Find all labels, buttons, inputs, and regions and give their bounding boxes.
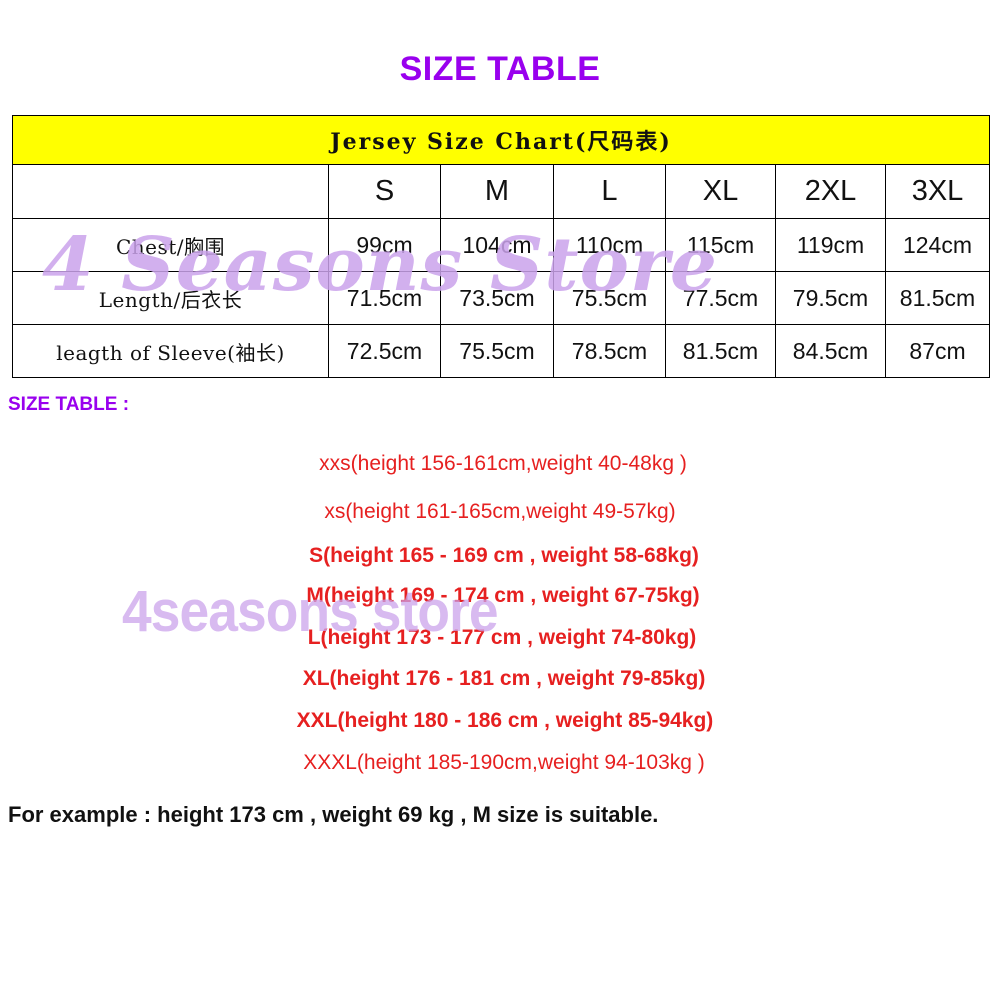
cell-chest-m: 104cm bbox=[440, 218, 554, 272]
cell-length-3xl: 81.5cm bbox=[885, 271, 990, 325]
row-label-length: Length/后衣长 bbox=[12, 271, 329, 325]
chart-banner-row: Jersey Size Chart(尺码表) bbox=[12, 115, 990, 165]
table-row: Length/后衣长 71.5cm 73.5cm 75.5cm 77.5cm 7… bbox=[12, 271, 990, 325]
cell-sleeve-s: 72.5cm bbox=[328, 324, 441, 378]
cell-sleeve-3xl: 87cm bbox=[885, 324, 990, 378]
header-cell-m: M bbox=[440, 164, 554, 219]
cell-chest-3xl: 124cm bbox=[885, 218, 990, 272]
list-item: XXL(height 180 - 186 cm , weight 85-94kg… bbox=[0, 704, 1000, 746]
chart-banner-title: Jersey Size Chart(尺码表) bbox=[12, 115, 990, 165]
header-cell-xl: XL bbox=[665, 164, 776, 219]
list-item: M(height 169 - 174 cm , weight 67-75kg) bbox=[0, 579, 1000, 621]
size-line-xl: XL(height 176 - 181 cm , weight 79-85kg) bbox=[302, 667, 706, 690]
header-cell-3xl: 3XL bbox=[885, 164, 990, 219]
table-row: leagth of Sleeve(袖长) 72.5cm 75.5cm 78.5c… bbox=[12, 324, 990, 378]
size-line-xxs: xxs(height 156-161cm,weight 40-48kg ) bbox=[319, 452, 687, 475]
size-line-xxxl: XXXL(height 185-190cm,weight 94-103kg ) bbox=[303, 751, 705, 774]
size-line-s: S(height 165 - 169 cm , weight 58-68kg) bbox=[309, 544, 699, 567]
header-cell-l: L bbox=[553, 164, 666, 219]
cell-length-s: 71.5cm bbox=[328, 271, 441, 325]
cell-length-2xl: 79.5cm bbox=[775, 271, 886, 325]
list-item: S(height 165 - 169 cm , weight 58-68kg) bbox=[0, 539, 1000, 579]
cell-chest-l: 110cm bbox=[553, 218, 666, 272]
cell-sleeve-l: 78.5cm bbox=[553, 324, 666, 378]
cell-length-m: 73.5cm bbox=[440, 271, 554, 325]
page-title: SIZE TABLE bbox=[399, 50, 601, 88]
row-label-chest: Chest/胸围 bbox=[12, 218, 329, 272]
list-item: XL(height 176 - 181 cm , weight 79-85kg) bbox=[0, 662, 1000, 704]
list-item: L(height 173 - 177 cm , weight 74-80kg) bbox=[0, 621, 1000, 662]
chart-header-row: S M L XL 2XL 3XL bbox=[12, 164, 990, 219]
example-text: For example : height 173 cm , weight 69 … bbox=[8, 802, 659, 827]
table-row: Chest/胸围 99cm 104cm 110cm 115cm 119cm 12… bbox=[12, 218, 990, 272]
cell-sleeve-2xl: 84.5cm bbox=[775, 324, 886, 378]
size-line-l: L(height 173 - 177 cm , weight 74-80kg) bbox=[307, 626, 697, 649]
list-item: xs(height 161-165cm,weight 49-57kg) bbox=[0, 495, 1000, 539]
row-label-sleeve: leagth of Sleeve(袖长) bbox=[12, 324, 329, 378]
list-item: xxs(height 156-161cm,weight 40-48kg ) bbox=[0, 447, 1000, 495]
header-cell-blank bbox=[12, 164, 329, 219]
cell-sleeve-xl: 81.5cm bbox=[665, 324, 776, 378]
cell-chest-2xl: 119cm bbox=[775, 218, 886, 272]
cell-length-xl: 77.5cm bbox=[665, 271, 776, 325]
size-line-m: M(height 169 - 174 cm , weight 67-75kg) bbox=[306, 584, 700, 607]
jersey-size-chart-table: Jersey Size Chart(尺码表) S M L XL 2XL 3XL … bbox=[12, 115, 990, 378]
cell-chest-s: 99cm bbox=[328, 218, 441, 272]
header-cell-2xl: 2XL bbox=[775, 164, 886, 219]
cell-length-l: 75.5cm bbox=[553, 271, 666, 325]
size-table-label: SIZE TABLE : bbox=[8, 394, 130, 415]
cell-chest-xl: 115cm bbox=[665, 218, 776, 272]
size-line-xs: xs(height 161-165cm,weight 49-57kg) bbox=[324, 500, 676, 523]
size-recommendation-list: xxs(height 156-161cm,weight 40-48kg ) xs… bbox=[0, 447, 1000, 788]
header-cell-s: S bbox=[328, 164, 441, 219]
list-item: XXXL(height 185-190cm,weight 94-103kg ) bbox=[0, 746, 1000, 788]
cell-sleeve-m: 75.5cm bbox=[440, 324, 554, 378]
size-line-xxl: XXL(height 180 - 186 cm , weight 85-94kg… bbox=[296, 709, 714, 732]
